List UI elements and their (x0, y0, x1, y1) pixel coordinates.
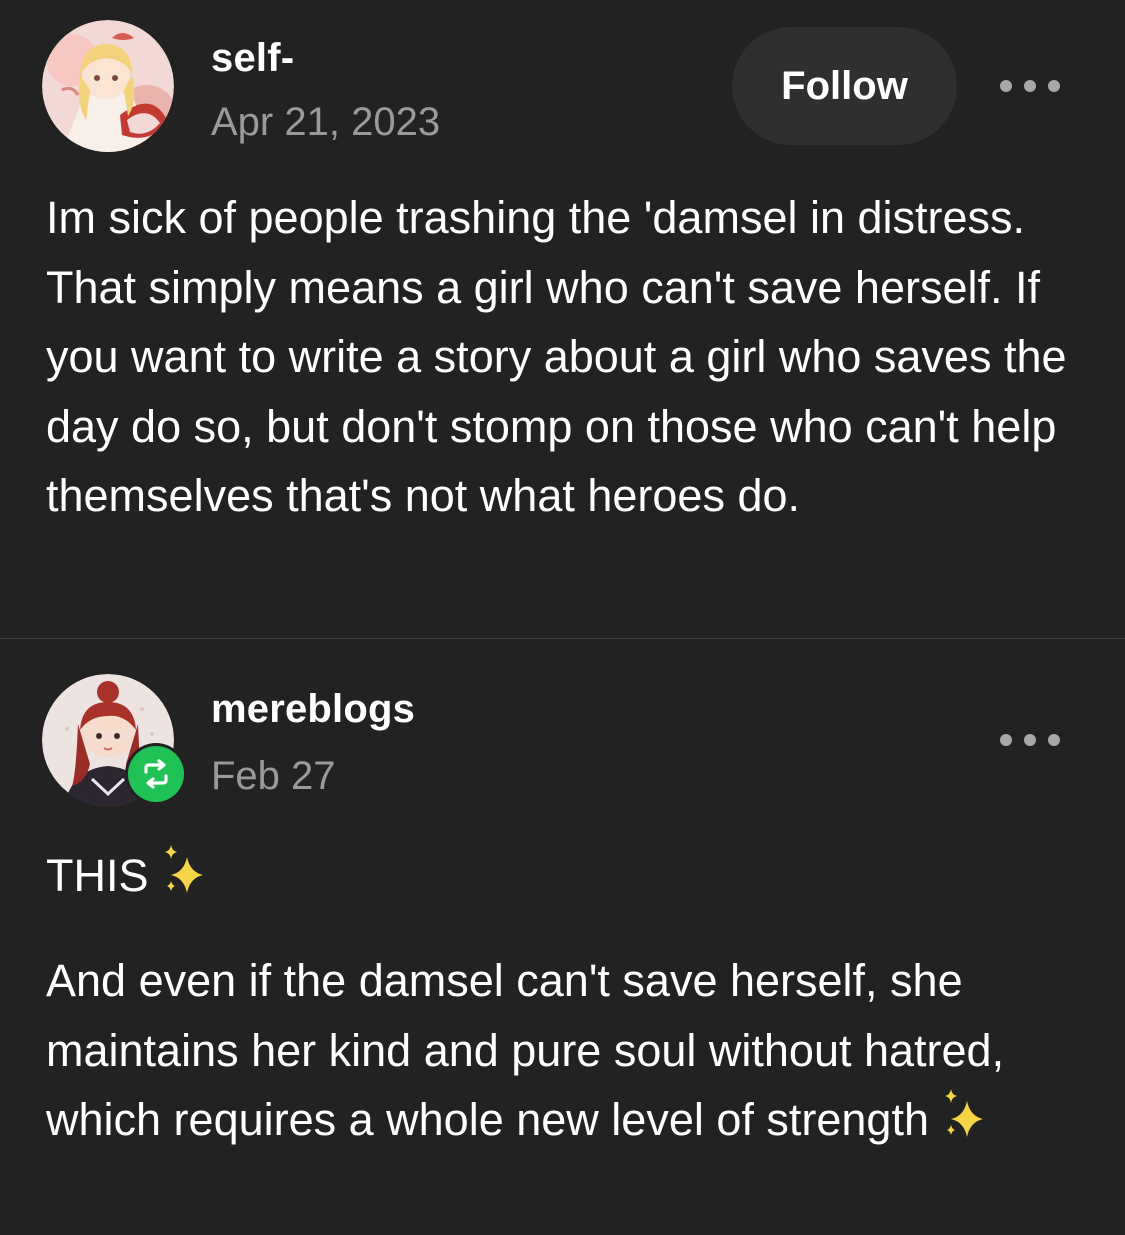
dot (1000, 80, 1012, 92)
follow-button[interactable]: Follow (732, 27, 957, 145)
post-date: Apr 21, 2023 (211, 100, 441, 144)
sparkles-icon (159, 845, 215, 917)
anime-girl-avatar-icon (42, 20, 174, 152)
post-date: Feb 27 (211, 754, 336, 798)
dot (1048, 80, 1060, 92)
dot (1024, 80, 1036, 92)
reblog-icon (144, 759, 168, 789)
post-body: Im sick of people trashing the 'damsel i… (46, 192, 1067, 521)
username[interactable]: self- (211, 36, 294, 81)
paragraph-text: THIS (46, 850, 149, 901)
sparkles-icon (939, 1089, 995, 1161)
dot (1024, 734, 1036, 746)
username[interactable]: mereblogs (211, 687, 415, 732)
more-dots-icon[interactable] (1000, 730, 1060, 750)
post-body-paragraph-1: THIS (46, 841, 1096, 917)
post-original: self- Apr 21, 2023 Follow Im sick of peo… (0, 0, 1125, 638)
paragraph-text: And even if the damsel can't save hersel… (46, 955, 1005, 1145)
reblog-badge (125, 743, 187, 805)
post-reblog: mereblogs Feb 27 THIS And even if the da… (0, 639, 1125, 1235)
more-dots-icon[interactable] (1000, 76, 1060, 96)
dot (1048, 734, 1060, 746)
post-body-paragraph-2: And even if the damsel can't save hersel… (46, 946, 1096, 1161)
avatar-self[interactable] (42, 20, 174, 152)
dot (1000, 734, 1012, 746)
